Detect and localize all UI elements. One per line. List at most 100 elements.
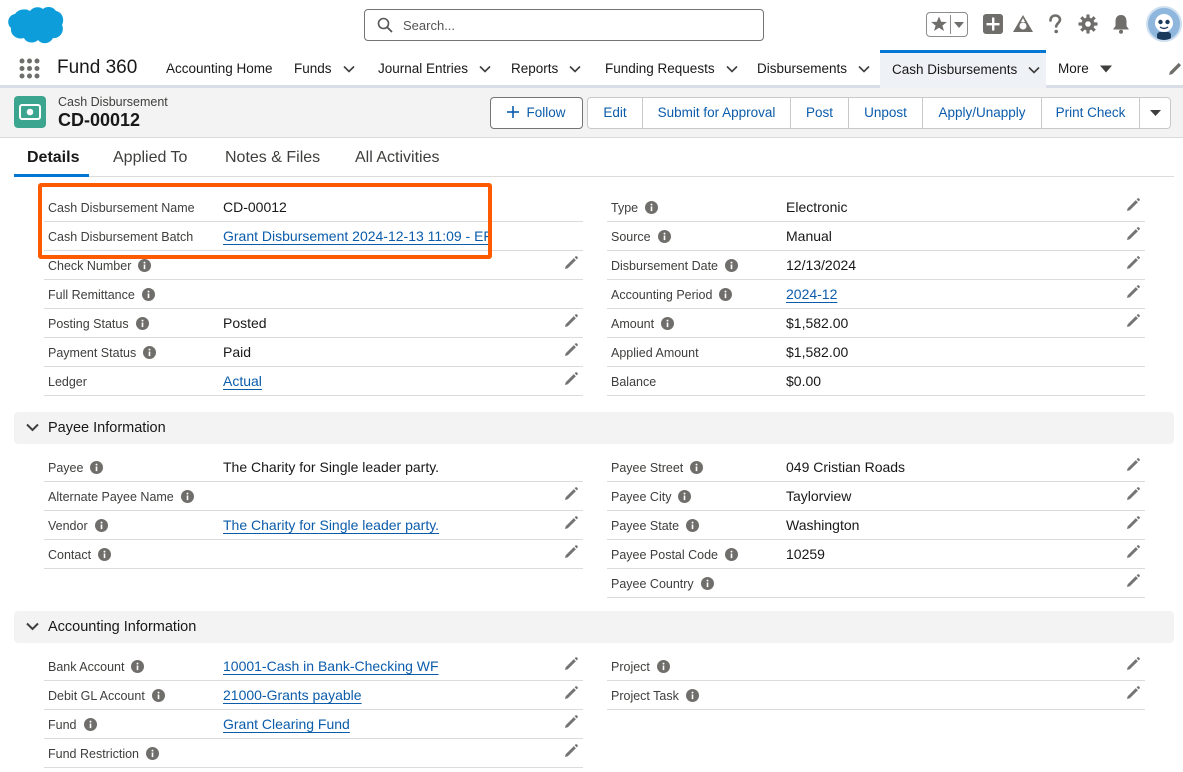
edit-pencil-icon[interactable]	[1126, 227, 1140, 241]
nav-item-journal-entries[interactable]: Journal Entries	[378, 50, 491, 88]
edit-pencil-icon[interactable]	[1126, 285, 1140, 299]
caret-down-icon[interactable]	[1099, 65, 1112, 73]
setup-gear-icon[interactable]	[1077, 13, 1099, 35]
edit-pencil-icon[interactable]	[564, 686, 578, 700]
info-icon[interactable]	[725, 259, 738, 272]
tab-all-activities[interactable]: All Activities	[355, 149, 439, 167]
edit-pencil-icon[interactable]	[564, 657, 578, 671]
info-icon[interactable]	[83, 718, 97, 731]
info-icon[interactable]	[725, 548, 739, 561]
unpost-button[interactable]: Unpost	[848, 97, 923, 129]
edit-pencil-icon[interactable]	[1126, 314, 1140, 328]
payee-information-section-header[interactable]: Payee Information	[14, 412, 1174, 444]
nav-item-disbursements[interactable]: Disbursements	[757, 50, 870, 88]
info-icon[interactable]	[685, 689, 699, 702]
info-icon[interactable]	[141, 288, 155, 301]
fund-value[interactable]: Grant Clearing Fund	[223, 716, 350, 732]
post-button[interactable]: Post	[790, 97, 849, 129]
edit-pencil-icon[interactable]	[1126, 198, 1140, 212]
favorites-button[interactable]	[926, 12, 968, 37]
nav-item-funds[interactable]: Funds	[294, 50, 355, 88]
cash-disbursement-batch-value[interactable]: Grant Disbursement 2024-12-13 11:09 - EF	[223, 228, 492, 244]
submit-for-approval-button[interactable]: Submit for Approval	[642, 97, 791, 129]
chevron-down-icon[interactable]	[858, 65, 870, 74]
edit-pencil-icon[interactable]	[564, 343, 578, 357]
edit-nav-pencil-icon[interactable]	[1168, 61, 1183, 76]
info-icon[interactable]	[98, 548, 112, 561]
edit-pencil-icon[interactable]	[1126, 686, 1140, 700]
tab-applied-to[interactable]: Applied To	[113, 149, 187, 167]
edit-pencil-icon[interactable]	[1126, 545, 1140, 559]
edit-pencil-icon[interactable]	[564, 545, 578, 559]
info-icon[interactable]	[645, 201, 659, 214]
info-icon[interactable]	[180, 490, 194, 503]
info-icon[interactable]	[143, 346, 157, 359]
bank-account-value[interactable]: 10001-Cash in Bank-Checking WF	[223, 658, 439, 674]
type-label: Type	[611, 201, 659, 215]
info-icon[interactable]	[135, 317, 149, 330]
help-icon[interactable]	[1044, 13, 1066, 35]
info-icon[interactable]	[146, 747, 160, 760]
edit-pencil-icon[interactable]	[1126, 657, 1140, 671]
info-icon[interactable]	[678, 490, 692, 503]
vendor-value[interactable]: The Charity for Single leader party.	[223, 517, 439, 533]
chevron-down-icon[interactable]	[342, 65, 355, 74]
apply-unapply-button[interactable]: Apply/Unapply	[922, 97, 1042, 129]
info-icon[interactable]	[656, 660, 670, 673]
chevron-down-icon[interactable]	[1028, 66, 1040, 75]
nav-item-label: Journal Entries	[378, 61, 469, 76]
nav-item-cash-disbursements[interactable]: Cash Disbursements	[880, 50, 1046, 88]
info-icon[interactable]	[719, 288, 733, 301]
info-icon[interactable]	[690, 461, 704, 474]
field-divider	[44, 510, 583, 511]
chevron-down-icon[interactable]	[569, 65, 581, 74]
info-icon[interactable]	[90, 461, 104, 474]
edit-pencil-icon[interactable]	[564, 715, 578, 729]
info-icon[interactable]	[700, 577, 714, 590]
nav-item-more[interactable]: More	[1058, 50, 1112, 88]
search-input[interactable]	[403, 15, 743, 35]
field-label-text: Payee Country	[611, 577, 694, 591]
edit-pencil-icon[interactable]	[1126, 458, 1140, 472]
info-icon[interactable]	[657, 230, 671, 243]
edit-pencil-icon[interactable]	[1126, 256, 1140, 270]
edit-pencil-icon[interactable]	[564, 744, 578, 758]
notifications-bell-icon[interactable]	[1110, 13, 1132, 35]
info-icon[interactable]	[94, 519, 108, 532]
global-search[interactable]	[364, 9, 764, 41]
edit-pencil-icon[interactable]	[1126, 487, 1140, 501]
edit-pencil-icon[interactable]	[564, 487, 578, 501]
info-icon[interactable]	[661, 317, 675, 330]
global-actions-plus-icon[interactable]	[982, 13, 1004, 35]
nav-item-accounting-home[interactable]: Accounting Home	[166, 50, 273, 88]
info-icon[interactable]	[138, 259, 152, 272]
salesforce-logo[interactable]	[6, 5, 64, 45]
user-avatar[interactable]	[1146, 6, 1182, 42]
debit-gl-account-value[interactable]: 21000-Grants payable	[223, 687, 362, 703]
edit-pencil-icon[interactable]	[1126, 574, 1140, 588]
info-icon[interactable]	[686, 519, 700, 532]
nav-item-reports[interactable]: Reports	[511, 50, 581, 88]
follow-button[interactable]: Follow	[490, 97, 583, 129]
edit-pencil-icon[interactable]	[564, 256, 578, 270]
app-launcher-icon[interactable]	[19, 58, 40, 79]
trailhead-icon[interactable]	[1012, 13, 1034, 35]
edit-pencil-icon[interactable]	[564, 314, 578, 328]
print-check-button[interactable]: Print Check	[1041, 97, 1140, 129]
edit-pencil-icon[interactable]	[564, 372, 578, 386]
nav-item-funding-requests[interactable]: Funding Requests	[605, 50, 738, 88]
ledger-value[interactable]: Actual	[223, 373, 262, 389]
chevron-down-icon[interactable]	[726, 65, 738, 74]
edit-pencil-icon[interactable]	[1126, 516, 1140, 530]
info-icon[interactable]	[131, 660, 145, 673]
info-icon[interactable]	[151, 689, 165, 702]
chevron-down-icon[interactable]	[479, 65, 491, 74]
edit-button[interactable]: Edit	[587, 97, 643, 129]
tab-details[interactable]: Details	[27, 149, 79, 167]
more-actions-button[interactable]	[1139, 97, 1171, 129]
accounting-information-section-header[interactable]: Accounting Information	[14, 611, 1174, 643]
accounting-period-value[interactable]: 2024-12	[786, 286, 837, 302]
tab-notes-files[interactable]: Notes & Files	[225, 149, 320, 167]
chevron-down-icon	[26, 423, 39, 432]
edit-pencil-icon[interactable]	[564, 516, 578, 530]
